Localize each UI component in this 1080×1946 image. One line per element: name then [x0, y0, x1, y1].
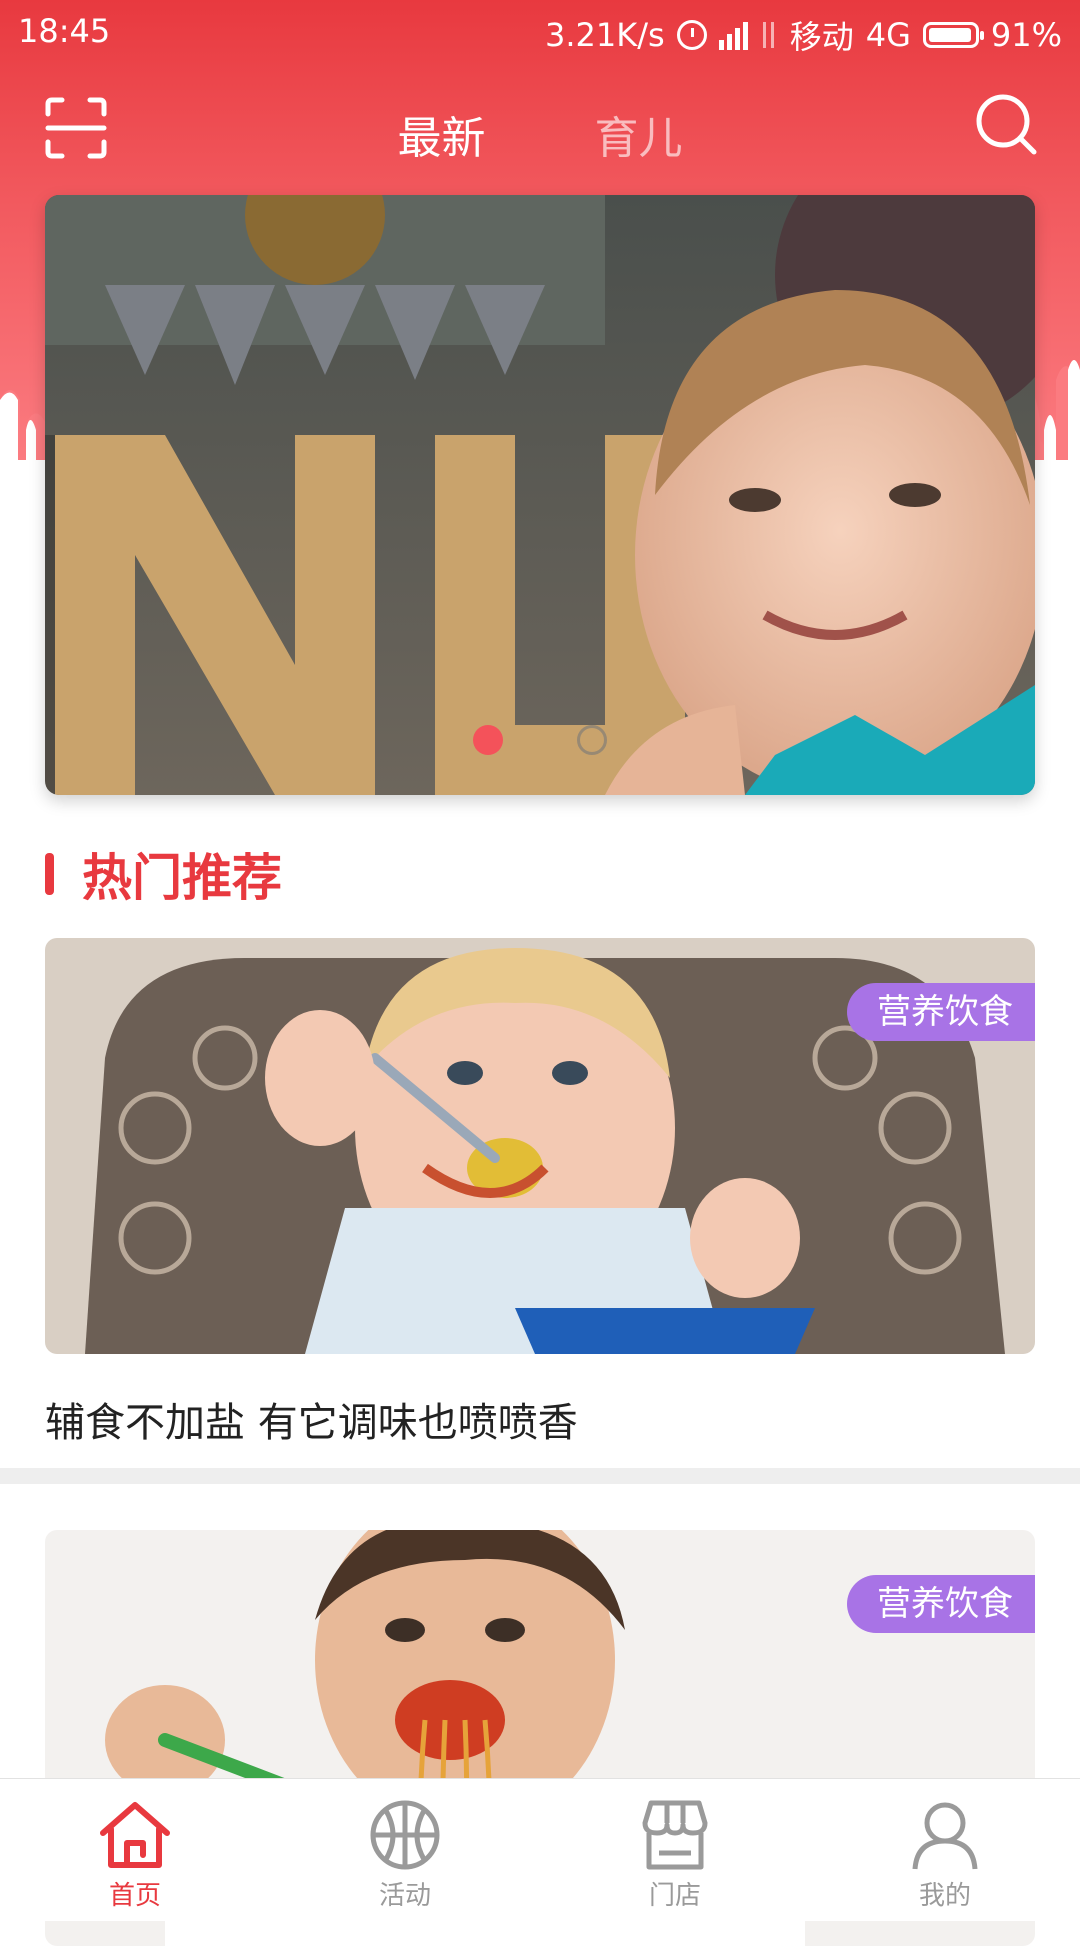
store-icon [642, 1800, 708, 1870]
carousel-dot[interactable] [576, 725, 607, 755]
banner-image [45, 195, 1035, 795]
nav-label: 活动 [378, 1881, 431, 1911]
battery-level: 91% [990, 16, 1062, 54]
status-bar: 18:45 3.21K/s 移动 4G 91% [0, 0, 1080, 62]
tab-latest[interactable]: 最新 [397, 102, 485, 166]
nav-store[interactable]: 门店 [540, 1779, 810, 1921]
article-card[interactable]: 营养饮食 辅食不加盐 有它调味也喷喷香 [45, 938, 1035, 1448]
article-image: 营养饮食 [45, 938, 1035, 1354]
user-icon [912, 1802, 978, 1870]
home-icon [100, 1802, 170, 1868]
section-title: 热门推荐 [82, 849, 282, 907]
nav-home[interactable]: 首页 [0, 1779, 270, 1921]
top-navigation: 最新 育儿 [0, 62, 1080, 192]
status-time: 18:45 [18, 12, 111, 50]
network-speed: 3.21K/s [545, 16, 665, 54]
section-accent-bar [45, 853, 54, 895]
battery-icon [922, 22, 984, 48]
banner-carousel[interactable] [45, 195, 1035, 795]
carrier-name: 移动 [789, 18, 854, 56]
carousel-dot-active[interactable] [473, 725, 504, 755]
article-title[interactable]: 辅食不加盐 有它调味也喷喷香 [45, 1390, 1035, 1448]
data-arrows-icon [760, 20, 778, 50]
nav-label: 首页 [108, 1881, 161, 1911]
section-header: 热门推荐 [45, 838, 282, 910]
alarm-clock-icon [676, 20, 707, 50]
tab-bar: 最新 育儿 [0, 102, 1080, 166]
basketball-icon [370, 1800, 440, 1870]
hd-signal-icon [718, 20, 748, 50]
nav-profile[interactable]: 我的 [810, 1779, 1080, 1921]
carousel-indicator [45, 725, 1035, 759]
search-icon[interactable] [974, 92, 1038, 156]
article-tag: 营养饮食 [847, 983, 1035, 1041]
nav-label: 门店 [648, 1881, 701, 1911]
card-separator [0, 1468, 1080, 1484]
nav-activity[interactable]: 活动 [270, 1779, 540, 1921]
article-tag: 营养饮食 [847, 1575, 1035, 1633]
nav-label: 我的 [918, 1881, 971, 1911]
bottom-navigation: 首页 活动 门店 我的 [0, 1778, 1080, 1921]
network-type: 4G [865, 16, 911, 54]
tab-parenting[interactable]: 育儿 [595, 102, 683, 166]
